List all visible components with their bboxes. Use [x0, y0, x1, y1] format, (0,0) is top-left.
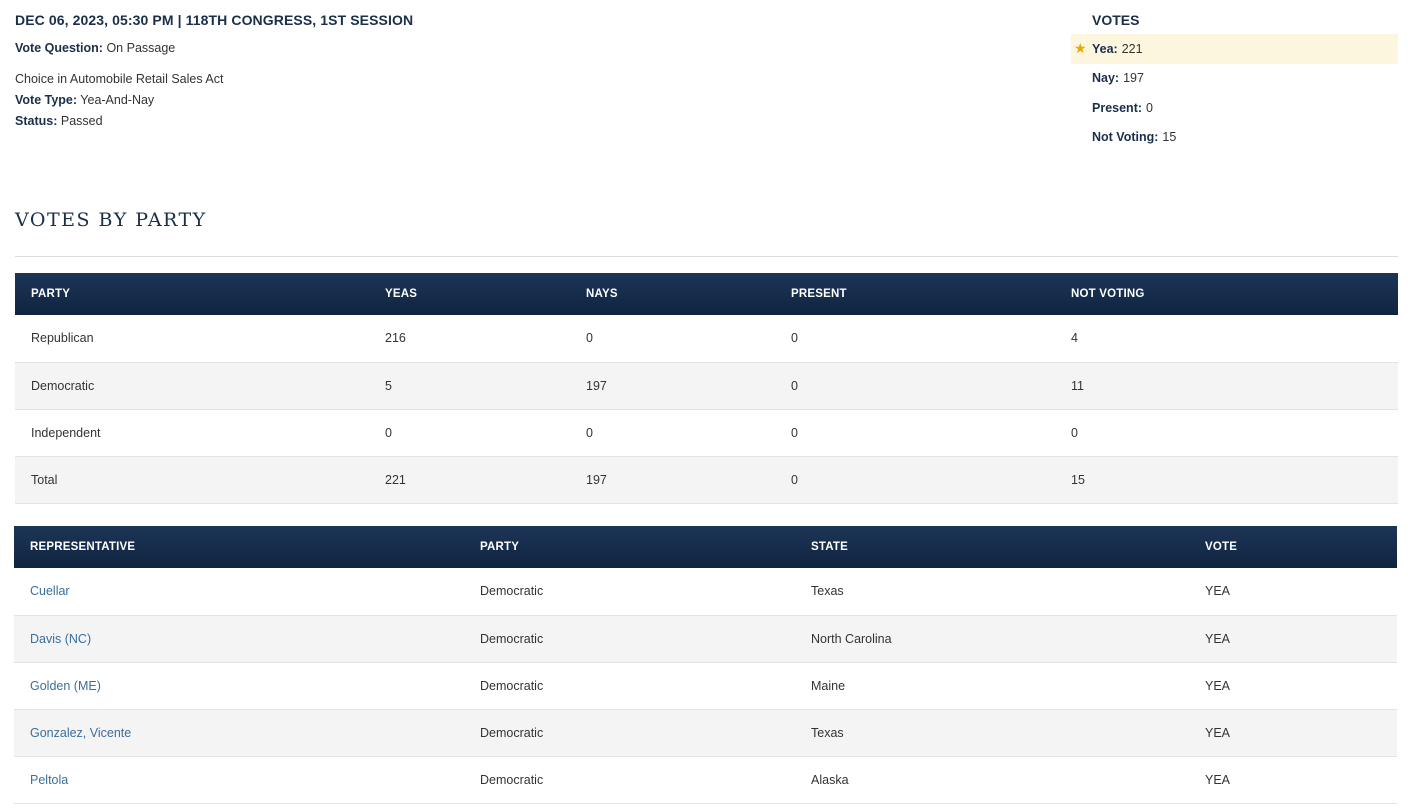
vote-cell: YEA	[1189, 615, 1397, 663]
column-header-party: PARTY	[31, 288, 71, 300]
table-row: Peltola Democratic Alaska YEA	[14, 756, 1397, 804]
votes-nay-value: 197	[1123, 71, 1144, 86]
votes-yea-value: 221	[1121, 41, 1143, 56]
votes-yea-label: Yea:	[1092, 41, 1118, 56]
column-header-yeas: YEAS	[385, 288, 418, 300]
present-cell: 0	[775, 456, 1055, 504]
votes-summary-title: VOTES	[1092, 12, 1140, 28]
table-row: Total 221 197 0 15	[15, 456, 1398, 504]
star-icon: ★	[1074, 40, 1087, 56]
vote-date-title: DEC 06, 2023, 05:30 PM | 118TH CONGRESS,…	[15, 12, 414, 28]
representative-link[interactable]: Gonzalez, Vicente	[30, 726, 131, 740]
table-row: Democratic 5 197 0 11	[15, 362, 1398, 410]
table-header-row: REPRESENTATIVE PARTY STATE VOTE	[14, 526, 1397, 568]
party-name-cell: Republican	[15, 315, 369, 363]
vote-cell: YEA	[1189, 709, 1397, 757]
not-voting-cell: 4	[1055, 315, 1398, 363]
column-header-state: STATE	[811, 541, 848, 553]
nays-cell: 0	[570, 409, 775, 457]
votes-nay-row: Nay: 197	[1071, 64, 1398, 94]
not-voting-cell: 15	[1055, 456, 1398, 504]
state-cell: Alaska	[795, 756, 1189, 804]
votes-by-party-heading: VOTES BY PARTY	[15, 209, 207, 231]
vote-status: Status: Passed	[15, 114, 1015, 128]
nays-cell: 197	[570, 362, 775, 410]
present-cell: 0	[775, 362, 1055, 410]
column-header-representative: REPRESENTATIVE	[30, 541, 136, 553]
representative-link[interactable]: Peltola	[30, 773, 68, 787]
state-cell: North Carolina	[795, 615, 1189, 663]
votes-not-voting-label: Not Voting:	[1092, 130, 1159, 145]
representative-cell: Golden (ME)	[14, 662, 464, 710]
vote-question-value: On Passage	[106, 41, 176, 55]
not-voting-cell: 0	[1055, 409, 1398, 457]
table-row: Republican 216 0 0 4	[15, 315, 1398, 363]
representative-cell: Cuellar	[14, 568, 464, 616]
votes-summary-list: ★ Yea: 221 Nay: 197 Present: 0 Not Votin…	[1071, 34, 1398, 152]
votes-yea-row: ★ Yea: 221	[1071, 34, 1398, 64]
state-cell: Texas	[795, 709, 1189, 757]
votes-present-row: Present: 0	[1071, 93, 1398, 123]
representatives-table: REPRESENTATIVE PARTY STATE VOTE Cuellar …	[14, 526, 1397, 804]
table-header-row: PARTY YEAS NAYS PRESENT NOT VOTING	[15, 273, 1398, 315]
state-cell: Maine	[795, 662, 1189, 710]
state-cell: Texas	[795, 568, 1189, 616]
vote-type-label: Vote Type:	[15, 93, 78, 107]
table-row: Golden (ME) Democratic Maine YEA	[14, 662, 1397, 710]
vote-cell: YEA	[1189, 568, 1397, 616]
column-header-not-voting: NOT VOTING	[1071, 288, 1145, 300]
votes-not-voting-value: 15	[1162, 130, 1177, 145]
yeas-cell: 5	[369, 362, 570, 410]
vote-status-value: Passed	[60, 114, 103, 128]
vote-question-label: Vote Question:	[15, 41, 103, 55]
party-cell: Democratic	[464, 709, 795, 757]
column-header-present: PRESENT	[791, 288, 847, 300]
vote-details: DEC 06, 2023, 05:30 PM | 118TH CONGRESS,…	[15, 12, 1015, 128]
representative-link[interactable]: Golden (ME)	[30, 679, 101, 693]
representative-cell: Peltola	[14, 756, 464, 804]
party-name-cell: Total	[15, 456, 369, 504]
representative-link[interactable]: Cuellar	[30, 584, 70, 598]
vote-type: Vote Type: Yea-And-Nay	[15, 93, 1015, 107]
column-header-vote: VOTE	[1205, 541, 1238, 553]
vote-question: Vote Question: On Passage	[15, 41, 1015, 55]
table-row: Cuellar Democratic Texas YEA	[14, 568, 1397, 616]
votes-present-label: Present:	[1092, 100, 1143, 115]
vote-cell: YEA	[1189, 662, 1397, 710]
votes-nay-label: Nay:	[1092, 71, 1120, 86]
vote-type-value: Yea-And-Nay	[80, 93, 155, 107]
yeas-cell: 216	[369, 315, 570, 363]
column-header-party: PARTY	[480, 541, 520, 553]
votes-present-value: 0	[1146, 100, 1153, 115]
nays-cell: 0	[570, 315, 775, 363]
votes-summary: VOTES ★ Yea: 221 Nay: 197 Present: 0 Not…	[1071, 12, 1398, 152]
present-cell: 0	[775, 315, 1055, 363]
present-cell: 0	[775, 409, 1055, 457]
vote-cell: YEA	[1189, 756, 1397, 804]
vote-status-label: Status:	[15, 114, 58, 128]
yeas-cell: 0	[369, 409, 570, 457]
table-row: Davis (NC) Democratic North Carolina YEA	[14, 615, 1397, 663]
column-header-nays: NAYS	[586, 288, 618, 300]
nays-cell: 197	[570, 456, 775, 504]
not-voting-cell: 11	[1055, 362, 1398, 410]
table-row: Gonzalez, Vicente Democratic Texas YEA	[14, 709, 1397, 757]
party-name-cell: Democratic	[15, 362, 369, 410]
party-cell: Democratic	[464, 568, 795, 616]
table-row: Independent 0 0 0 0	[15, 409, 1398, 457]
representative-cell: Davis (NC)	[14, 615, 464, 663]
yeas-cell: 221	[369, 456, 570, 504]
party-name-cell: Independent	[15, 409, 369, 457]
party-cell: Democratic	[464, 756, 795, 804]
bill-title: Choice in Automobile Retail Sales Act	[15, 72, 224, 86]
party-cell: Democratic	[464, 662, 795, 710]
section-divider	[15, 256, 1398, 257]
representative-cell: Gonzalez, Vicente	[14, 709, 464, 757]
votes-by-party-table: PARTY YEAS NAYS PRESENT NOT VOTING Repub…	[15, 273, 1398, 504]
party-cell: Democratic	[464, 615, 795, 663]
representative-link[interactable]: Davis (NC)	[30, 632, 91, 646]
votes-not-voting-row: Not Voting: 15	[1071, 123, 1398, 153]
